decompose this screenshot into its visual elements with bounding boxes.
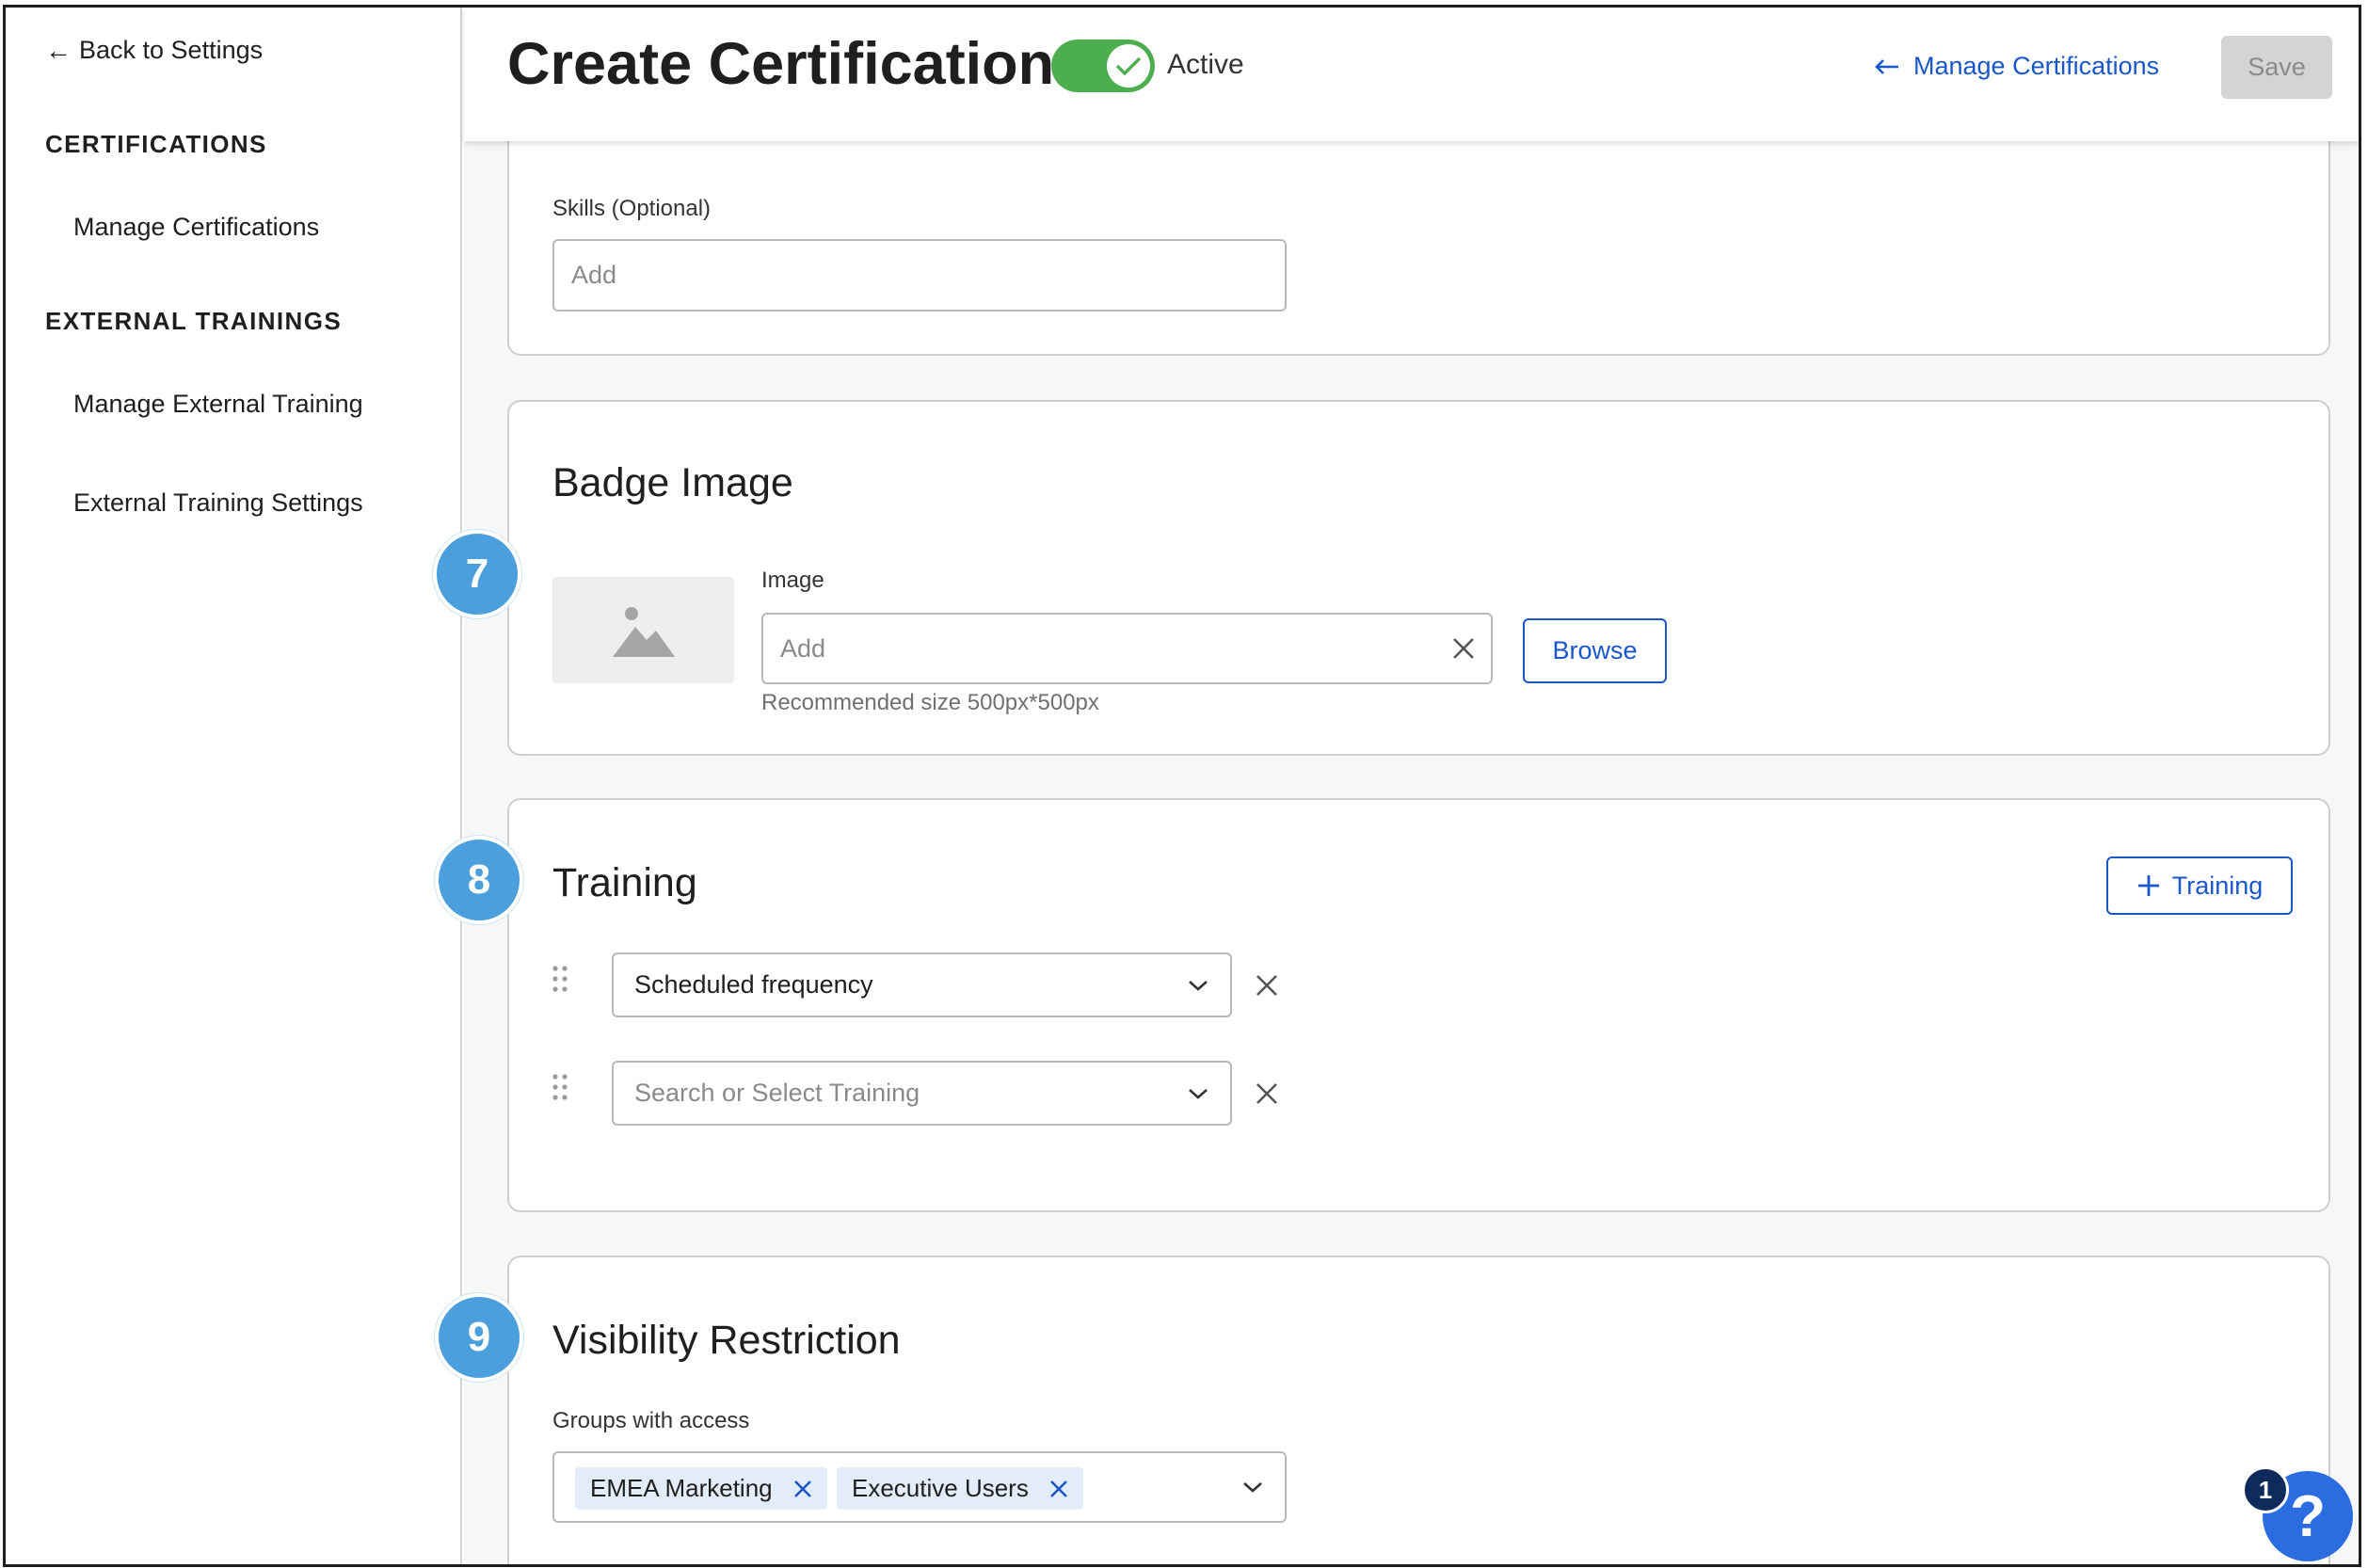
remove-training-2-icon[interactable] [1253, 1080, 1281, 1108]
drag-handle-icon[interactable] [551, 1073, 569, 1101]
training-select-2[interactable]: Search or Select Training [612, 1061, 1232, 1126]
browse-button[interactable]: Browse [1523, 618, 1667, 683]
active-toggle[interactable] [1051, 40, 1155, 92]
save-button[interactable]: Save [2221, 36, 2332, 99]
plus-icon [2137, 875, 2159, 896]
group-chip: Executive Users [837, 1467, 1083, 1510]
app-window: ← Back to Settings CERTIFICATIONS Manage… [3, 5, 2361, 1567]
manage-certifications-label: Manage Certifications [1913, 52, 2160, 80]
active-status-label: Active [1167, 49, 1244, 80]
visibility-title: Visibility Restriction [552, 1318, 901, 1363]
groups-label: Groups with access [552, 1408, 750, 1433]
chevron-down-icon [1189, 980, 1208, 991]
remove-chip-icon[interactable] [792, 1478, 814, 1500]
main-content[interactable]: Skills (Optional) Add Badge Image Image … [464, 8, 2359, 1564]
add-training-button[interactable]: Training [2106, 856, 2293, 915]
page-title: Create Certification [507, 31, 1055, 97]
check-icon [1115, 56, 1142, 76]
manage-certifications-link[interactable]: Manage Certifications [1874, 52, 2159, 81]
arrow-left-icon [1875, 58, 1898, 74]
chevron-down-icon [1243, 1482, 1262, 1493]
training-card: Training Training Scheduled frequency Se… [507, 798, 2330, 1212]
help-question-icon: ? [2290, 1483, 2326, 1549]
remove-chip-icon[interactable] [1048, 1478, 1070, 1500]
add-training-label: Training [2171, 871, 2264, 900]
training-select-2-placeholder: Search or Select Training [634, 1079, 920, 1107]
badge-image-card: Badge Image Image Add Browse Recommended… [507, 400, 2330, 756]
training-select-1-value: Scheduled frequency [634, 970, 873, 999]
image-placeholder-icon [612, 606, 675, 657]
sidebar-item-manage-external-training[interactable]: Manage External Training [73, 390, 363, 419]
drag-handle-icon[interactable] [551, 965, 569, 993]
sidebar: ← Back to Settings CERTIFICATIONS Manage… [6, 8, 462, 1564]
back-to-settings-label: Back to Settings [79, 36, 264, 64]
skills-label: Skills (Optional) [552, 196, 712, 221]
badge-image-preview [552, 577, 734, 683]
image-input[interactable]: Add [761, 613, 1493, 684]
training-select-1[interactable]: Scheduled frequency [612, 952, 1232, 1017]
clear-icon[interactable] [1449, 634, 1478, 663]
image-size-helper: Recommended size 500px*500px [761, 690, 1099, 715]
sidebar-heading-external-trainings: EXTERNAL TRAININGS [45, 307, 343, 335]
help-notification-badge: 1 [2242, 1466, 2289, 1513]
back-to-settings-link[interactable]: ← Back to Settings [45, 36, 263, 65]
group-chip-label: Executive Users [852, 1474, 1029, 1502]
badge-image-title: Badge Image [552, 460, 793, 505]
groups-multiselect[interactable]: EMEA Marketing Executive Users [552, 1451, 1287, 1523]
sidebar-item-external-training-settings[interactable]: External Training Settings [73, 488, 363, 518]
toggle-knob [1107, 44, 1150, 88]
step-badge-7: 7 [433, 530, 521, 618]
image-placeholder-text: Add [780, 633, 826, 663]
sidebar-item-manage-certifications[interactable]: Manage Certifications [73, 213, 319, 242]
group-chip-label: EMEA Marketing [590, 1474, 773, 1502]
chevron-down-icon [1189, 1088, 1208, 1099]
sidebar-heading-certifications: CERTIFICATIONS [45, 130, 267, 158]
image-label: Image [761, 568, 824, 593]
visibility-card: Visibility Restriction Groups with acces… [507, 1256, 2330, 1564]
remove-training-1-icon[interactable] [1253, 971, 1281, 1000]
skills-input[interactable]: Add [552, 239, 1287, 312]
group-chip: EMEA Marketing [575, 1467, 827, 1510]
step-badge-9: 9 [435, 1293, 523, 1382]
training-title: Training [552, 860, 697, 905]
step-badge-8: 8 [435, 836, 523, 924]
skills-placeholder: Add [571, 261, 617, 289]
arrow-left-icon: ← [45, 35, 72, 65]
page-header: Create Certification Active Manage Certi… [464, 8, 2359, 141]
